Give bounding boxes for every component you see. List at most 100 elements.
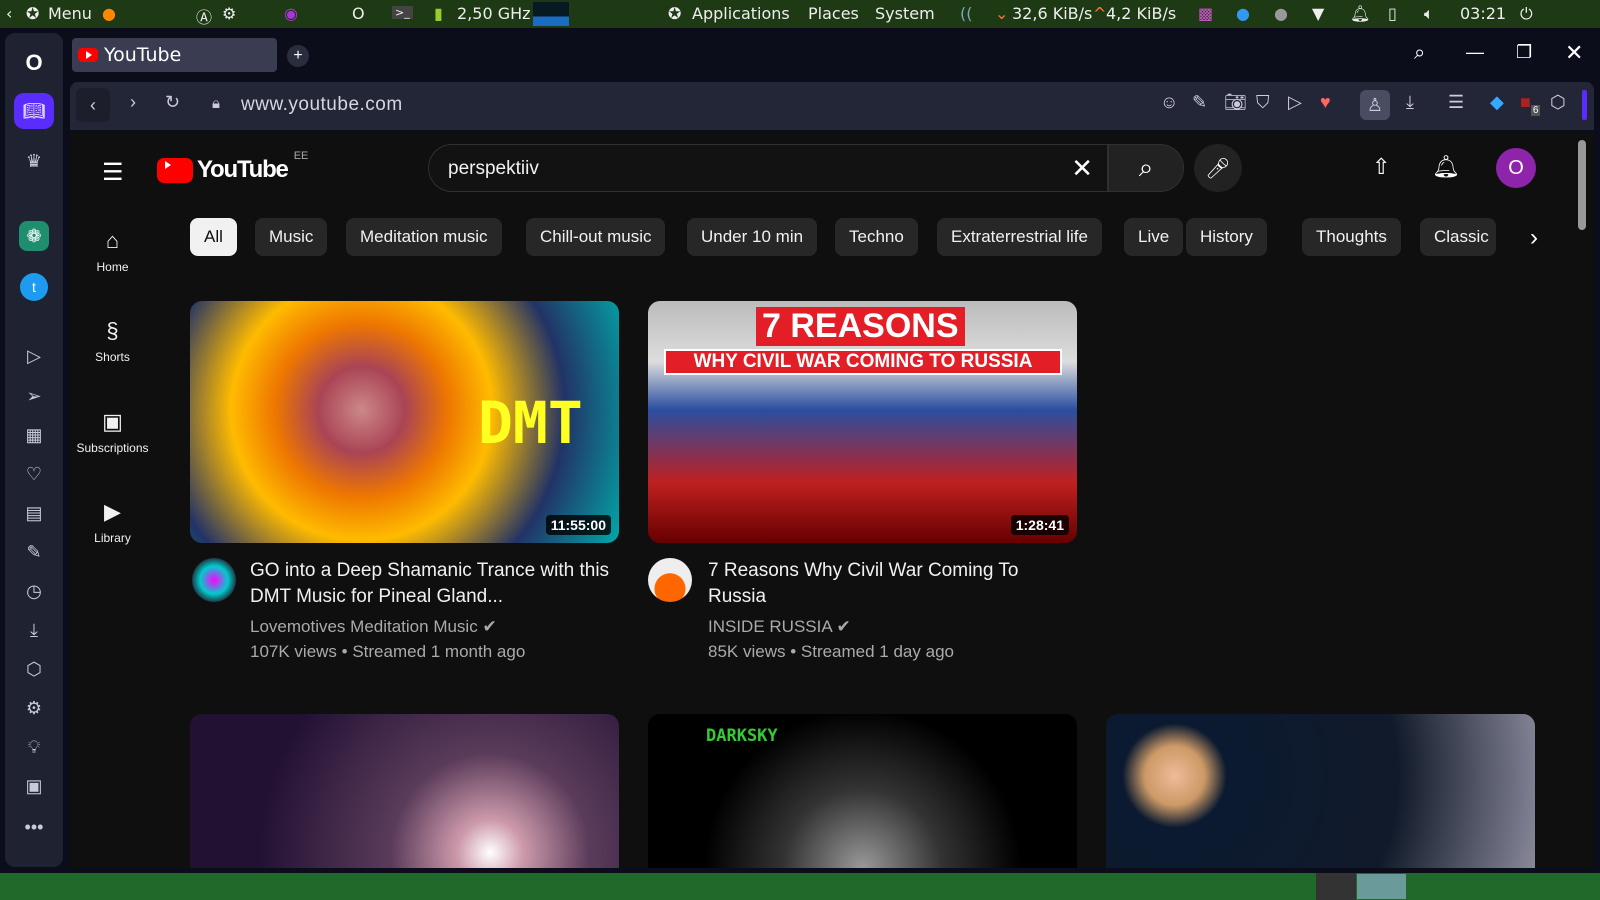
heart-icon[interactable]: ♡ — [14, 456, 54, 492]
video-title[interactable]: GO into a Deep Shamanic Trance with this… — [250, 558, 620, 610]
apps-grid-icon[interactable]: ▦ — [14, 417, 54, 453]
taskbar-opera-window[interactable] — [1316, 873, 1356, 900]
bulb-icon[interactable]: 💡︎ — [14, 729, 54, 765]
settings-gears-icon[interactable]: ⚙ — [222, 4, 236, 23]
menu-icon[interactable]: ✪ — [26, 4, 39, 23]
search-tabs-icon[interactable]: ⌕ — [1414, 42, 1425, 65]
edit-icon[interactable]: ✎ — [14, 534, 54, 570]
notifications-bell-icon[interactable]: 🔔︎ — [1432, 154, 1460, 180]
panel-left-arrow[interactable]: ‹ — [6, 4, 12, 23]
snap-icon[interactable]: ✎ — [1192, 92, 1207, 113]
nav-home[interactable]: ⌂ Home — [75, 228, 150, 274]
clock[interactable]: 03:21 — [1460, 4, 1506, 23]
search-button[interactable]: ⌕ — [1108, 144, 1184, 192]
clear-search-icon[interactable]: ✕ — [1071, 153, 1093, 184]
channel-avatar[interactable] — [648, 558, 692, 602]
twitter-icon[interactable]: t — [20, 273, 48, 301]
tray-app-icon[interactable]: ● — [1274, 4, 1288, 23]
chips-next-arrow-icon[interactable]: › — [1530, 224, 1538, 252]
downloads-icon[interactable]: ⤓ — [14, 612, 54, 648]
profile-icon[interactable]: ♙ — [1360, 90, 1390, 120]
filter-chip[interactable]: Thoughts — [1302, 218, 1401, 256]
audio-app-icon[interactable]: ▩ — [1198, 4, 1213, 23]
history-icon[interactable]: ◷ — [14, 573, 54, 609]
settings-icon[interactable]: ⚙ — [14, 690, 54, 726]
video-thumbnail[interactable] — [1106, 714, 1535, 868]
menu-button[interactable]: Menu — [48, 4, 92, 23]
chatgpt-icon[interactable]: ❁ — [19, 221, 49, 251]
account-avatar[interactable]: O — [1496, 148, 1536, 188]
new-tab-button[interactable]: + — [287, 45, 309, 67]
places-menu[interactable]: Places — [808, 4, 859, 23]
filter-chip[interactable]: History — [1186, 218, 1267, 256]
upload-icon[interactable]: ⇧ — [1372, 154, 1390, 180]
channel-name[interactable]: Lovemotives Meditation Music ✔ — [250, 615, 497, 639]
tab-youtube[interactable]: YouTube — [72, 38, 277, 72]
wifi-icon[interactable]: (( — [960, 4, 972, 23]
youtube-logo[interactable]: YouTube EE — [157, 150, 308, 184]
back-button[interactable]: ‹ — [76, 88, 110, 122]
filter-chip[interactable]: Chill-out music — [526, 218, 666, 256]
video-thumbnail[interactable] — [190, 714, 619, 868]
system-menu[interactable]: System — [875, 4, 935, 23]
voice-search-icon[interactable]: 🎤︎ — [1194, 144, 1242, 192]
search-input[interactable]: perspektiiv ✕ — [428, 144, 1108, 192]
channel-avatar[interactable] — [192, 558, 236, 602]
url-field[interactable]: www.youtube.com — [241, 94, 403, 116]
close-button[interactable]: ✕ — [1565, 40, 1583, 66]
power-icon[interactable]: ⏻ — [1520, 4, 1533, 24]
extensions-cube-icon[interactable]: ⬡ — [1550, 92, 1566, 113]
page-scrollbar[interactable] — [1578, 140, 1586, 230]
send-icon[interactable]: ➢ — [14, 378, 54, 414]
applications-menu[interactable]: Applications — [692, 4, 790, 23]
cube-icon[interactable]: ⬡ — [14, 651, 54, 687]
nav-shorts[interactable]: § Shorts — [75, 318, 150, 364]
notification-icon[interactable]: 🔔︎ — [1350, 4, 1370, 23]
telegram-icon[interactable]: ● — [1236, 4, 1250, 23]
opera-logo-icon[interactable]: O — [14, 45, 54, 81]
video-thumbnail[interactable]: 7 REASONS WHY CIVIL WAR COMING TO RUSSIA… — [648, 301, 1077, 543]
reload-button[interactable]: ↻ — [165, 92, 180, 113]
shield-icon[interactable]: ⛉ — [1256, 92, 1270, 113]
filter-chip[interactable]: Techno — [835, 218, 918, 256]
nav-library[interactable]: ▶ Library — [75, 499, 150, 545]
vpn-gem-icon[interactable]: ◆ — [1490, 92, 1504, 113]
forward-button[interactable]: › — [130, 92, 136, 113]
news-icon[interactable]: ▤ — [14, 495, 54, 531]
download-icon[interactable]: ⤓ — [1406, 92, 1414, 113]
video-title[interactable]: 7 Reasons Why Civil War Coming To Russia — [708, 558, 1078, 610]
heart-icon[interactable]: ♥ — [1320, 92, 1331, 113]
filter-chip[interactable]: Music — [255, 218, 328, 256]
filter-chip[interactable]: Meditation music — [346, 218, 502, 256]
minimize-button[interactable]: — — [1466, 42, 1484, 63]
player-icon[interactable]: ▷ — [14, 338, 54, 374]
extension-icon[interactable]: ▣ — [14, 768, 54, 804]
emoji-icon[interactable]: ☺ — [1160, 92, 1178, 113]
video-thumbnail[interactable]: DMT 11:55:00 — [190, 301, 619, 543]
extension-badge-icon[interactable]: ■ 6 — [1520, 92, 1541, 116]
easy-setup-icon[interactable]: ☰ — [1448, 92, 1464, 113]
battery-icon[interactable]: ▯ — [1388, 4, 1397, 23]
reader-icon[interactable]: 📖︎ — [14, 93, 54, 129]
hamburger-menu-icon[interactable]: ☰ — [102, 158, 124, 187]
filter-chip[interactable]: Under 10 min — [687, 218, 818, 256]
opera-icon[interactable]: O — [352, 4, 365, 23]
filter-chip[interactable]: Live — [1124, 218, 1184, 256]
accessibility-icon[interactable]: Ⓐ — [196, 4, 212, 28]
filter-chip[interactable]: All — [190, 218, 237, 256]
tor-icon[interactable]: ◉ — [284, 4, 298, 23]
terminal-icon[interactable]: >_ — [392, 6, 413, 19]
volume-icon[interactable]: 🔈︎ — [1424, 4, 1434, 24]
firefox-icon[interactable]: ● — [102, 4, 116, 23]
filter-chip[interactable]: Extraterrestrial life — [937, 218, 1102, 256]
crown-icon[interactable]: ♛ — [14, 143, 54, 179]
more-icon[interactable]: ••• — [14, 809, 54, 845]
taskbar-active-window[interactable] — [1357, 874, 1406, 899]
restore-button[interactable]: ❐ — [1516, 42, 1532, 63]
channel-name[interactable]: INSIDE RUSSIA ✔ — [708, 615, 851, 639]
video-thumbnail[interactable]: DARKSKY — [648, 714, 1077, 868]
flow-send-icon[interactable]: ▷ — [1288, 92, 1302, 113]
network-icon[interactable]: ▼ — [1312, 4, 1324, 23]
camera-icon[interactable]: 📷︎ — [1224, 92, 1247, 113]
nav-subscriptions[interactable]: ▣ Subscriptions — [75, 409, 150, 455]
